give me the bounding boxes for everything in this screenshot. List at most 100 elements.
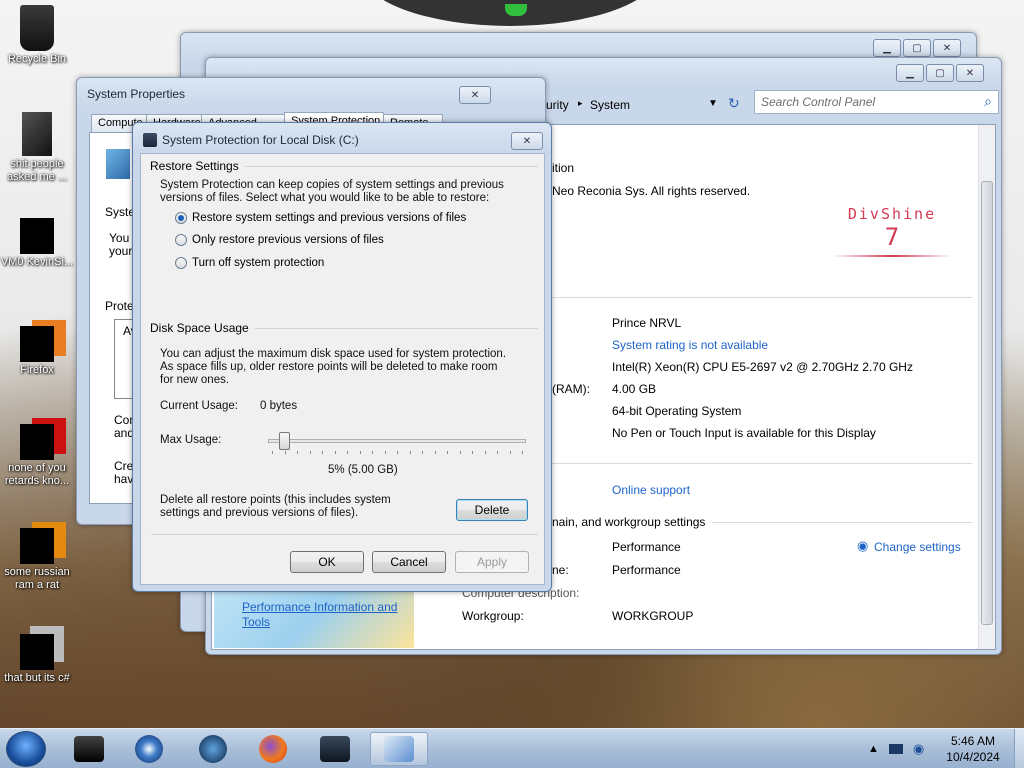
change-settings-link[interactable]: Change settings bbox=[874, 540, 961, 554]
radio-turn-off[interactable]: Turn off system protection bbox=[175, 257, 324, 269]
cancel-button[interactable]: Cancel bbox=[372, 551, 446, 573]
search-input[interactable]: Search Control Panel ⌕ bbox=[754, 90, 999, 114]
minimize-button[interactable]: ▁ bbox=[896, 64, 924, 82]
breadcrumb-current[interactable]: System bbox=[590, 98, 630, 112]
recycle-bin-icon bbox=[20, 5, 54, 51]
online-support-link[interactable]: Online support bbox=[612, 483, 690, 497]
tray-expand-icon[interactable]: ▲ bbox=[868, 743, 879, 755]
dialog-body: Restore Settings System Protection can k… bbox=[140, 153, 545, 585]
taskbar-item-media-player[interactable] bbox=[124, 732, 174, 766]
full-name-value: Performance bbox=[612, 563, 681, 577]
current-usage-value: 0 bytes bbox=[260, 400, 298, 412]
close-button[interactable]: ✕ bbox=[933, 39, 961, 57]
desktop-icon-app3[interactable]: that but its c# bbox=[0, 634, 74, 685]
button-divider bbox=[151, 534, 538, 535]
disk-space-description: You can adjust the maximum disk space us… bbox=[160, 348, 507, 386]
show-desktop-button[interactable] bbox=[1014, 729, 1024, 768]
system-protection-dialog[interactable]: System Protection for Local Disk (C:) ✕ … bbox=[132, 122, 552, 592]
desktop-icon-label: some russian ram a rat bbox=[4, 566, 70, 591]
slider-tick bbox=[422, 451, 423, 454]
system-tray: ▲ ◉ bbox=[868, 741, 924, 757]
start-button[interactable] bbox=[6, 731, 46, 767]
slider-tick bbox=[334, 451, 336, 454]
vm-icon bbox=[20, 218, 54, 254]
radio-restore-files[interactable]: Only restore previous versions of files bbox=[175, 234, 384, 246]
desktop-icon-app1[interactable]: none of you retards kno... bbox=[0, 424, 74, 488]
desktop-icon-label: that but its c# bbox=[4, 672, 70, 684]
slider-tick bbox=[409, 451, 411, 454]
slider-tick bbox=[284, 451, 286, 454]
taskbar-item-app[interactable] bbox=[64, 732, 114, 766]
ok-button[interactable]: OK bbox=[290, 551, 364, 573]
firefox-icon bbox=[259, 735, 287, 763]
performance-tools-link[interactable]: Performance Information and Tools bbox=[242, 600, 412, 630]
partial-text: Syste bbox=[105, 205, 136, 219]
radio-restore-all[interactable]: Restore system settings and previous ver… bbox=[175, 212, 466, 224]
edition-text: ition bbox=[552, 161, 575, 175]
system-rating-link[interactable]: System rating is not available bbox=[612, 338, 768, 352]
close-button[interactable]: ✕ bbox=[459, 86, 491, 104]
desktop-icon-label: none of you retards kno... bbox=[4, 462, 70, 487]
control-panel-icon bbox=[384, 736, 414, 762]
logo-brand: DivShine bbox=[847, 205, 937, 223]
desktop-icon-firefox[interactable]: Firefox bbox=[0, 326, 74, 377]
dropdown-arrow-icon[interactable]: ▼ bbox=[708, 98, 718, 109]
slider-tick bbox=[372, 451, 373, 454]
app-icon bbox=[20, 424, 54, 460]
disk-space-heading: Disk Space Usage bbox=[150, 321, 255, 335]
delete-button[interactable]: Delete bbox=[456, 499, 528, 521]
clock-time: 5:46 AM bbox=[950, 734, 996, 748]
app-icon bbox=[20, 528, 54, 564]
ram-value: 4.00 GB bbox=[612, 382, 657, 396]
desktop-icon-label: Firefox bbox=[20, 364, 54, 376]
radio-button[interactable] bbox=[175, 212, 187, 224]
copyright-text: Neo Reconia Sys. All rights reserved. bbox=[552, 184, 751, 198]
max-usage-slider-thumb[interactable] bbox=[278, 432, 290, 450]
scrollbar-thumb[interactable] bbox=[981, 181, 993, 625]
refresh-icon[interactable]: ↻ bbox=[728, 95, 740, 112]
row-value: Prince NRVL bbox=[612, 316, 682, 330]
maximize-button[interactable]: ▢ bbox=[903, 39, 931, 57]
search-icon[interactable]: ⌕ bbox=[984, 93, 992, 110]
clock[interactable]: 5:46 AM 10/4/2024 bbox=[938, 733, 1008, 765]
close-button[interactable]: ✕ bbox=[956, 64, 984, 82]
section-divider bbox=[552, 463, 972, 464]
restore-settings-heading: Restore Settings bbox=[150, 159, 245, 173]
firefox-icon bbox=[20, 326, 54, 362]
system-type-value: 64-bit Operating System bbox=[612, 404, 742, 418]
delete-description: Delete all restore points (this includes… bbox=[160, 494, 391, 519]
breadcrumb-partial[interactable]: urity bbox=[546, 98, 569, 112]
radio-button[interactable] bbox=[175, 257, 187, 269]
dialog-titlebar[interactable]: System Protection for Local Disk (C:) ✕ bbox=[133, 123, 551, 153]
maximize-button[interactable]: ▢ bbox=[926, 64, 954, 82]
window-caption-buttons: ▁ ▢ ✕ bbox=[896, 64, 984, 82]
dialog-title: System Protection for Local Disk (C:) bbox=[162, 133, 359, 147]
monitor-icon bbox=[320, 736, 350, 762]
taskbar-item-firefox[interactable] bbox=[248, 732, 298, 766]
taskbar-item-browser[interactable] bbox=[188, 732, 238, 766]
minimize-button[interactable]: ▁ bbox=[873, 39, 901, 57]
max-usage-slider-track[interactable] bbox=[268, 439, 526, 443]
computer-name-value: Performance bbox=[612, 540, 681, 554]
desktop-icon-recycle-bin[interactable]: Recycle Bin bbox=[0, 5, 74, 66]
slider-tick bbox=[434, 451, 436, 454]
apply-button: Apply bbox=[455, 551, 529, 573]
radio-button[interactable] bbox=[175, 234, 187, 246]
radio-label: Only restore previous versions of files bbox=[192, 234, 384, 246]
taskbar-item-control-panel[interactable] bbox=[370, 732, 428, 766]
media-player-icon bbox=[135, 735, 163, 763]
desktop-icon-folder[interactable]: shit people asked me ... bbox=[0, 112, 74, 184]
taskbar-item-monitor[interactable] bbox=[310, 732, 360, 766]
speaker-icon[interactable]: ◉ bbox=[913, 741, 924, 757]
desktop-icon-vm[interactable]: VM0 KevinSi... bbox=[0, 218, 74, 269]
restore-description: System Protection can keep copies of sys… bbox=[160, 179, 504, 204]
logo-underline bbox=[832, 255, 952, 257]
clock-date: 10/4/2024 bbox=[946, 750, 1000, 764]
network-icon[interactable] bbox=[888, 744, 903, 754]
slider-tick bbox=[359, 451, 361, 454]
vertical-scrollbar[interactable] bbox=[978, 125, 995, 649]
desktop-icon-app2[interactable]: some russian ram a rat bbox=[0, 528, 74, 592]
desktop-icon-label: VM0 KevinSi... bbox=[0, 256, 74, 268]
close-button[interactable]: ✕ bbox=[511, 132, 543, 150]
section-divider bbox=[552, 297, 972, 298]
